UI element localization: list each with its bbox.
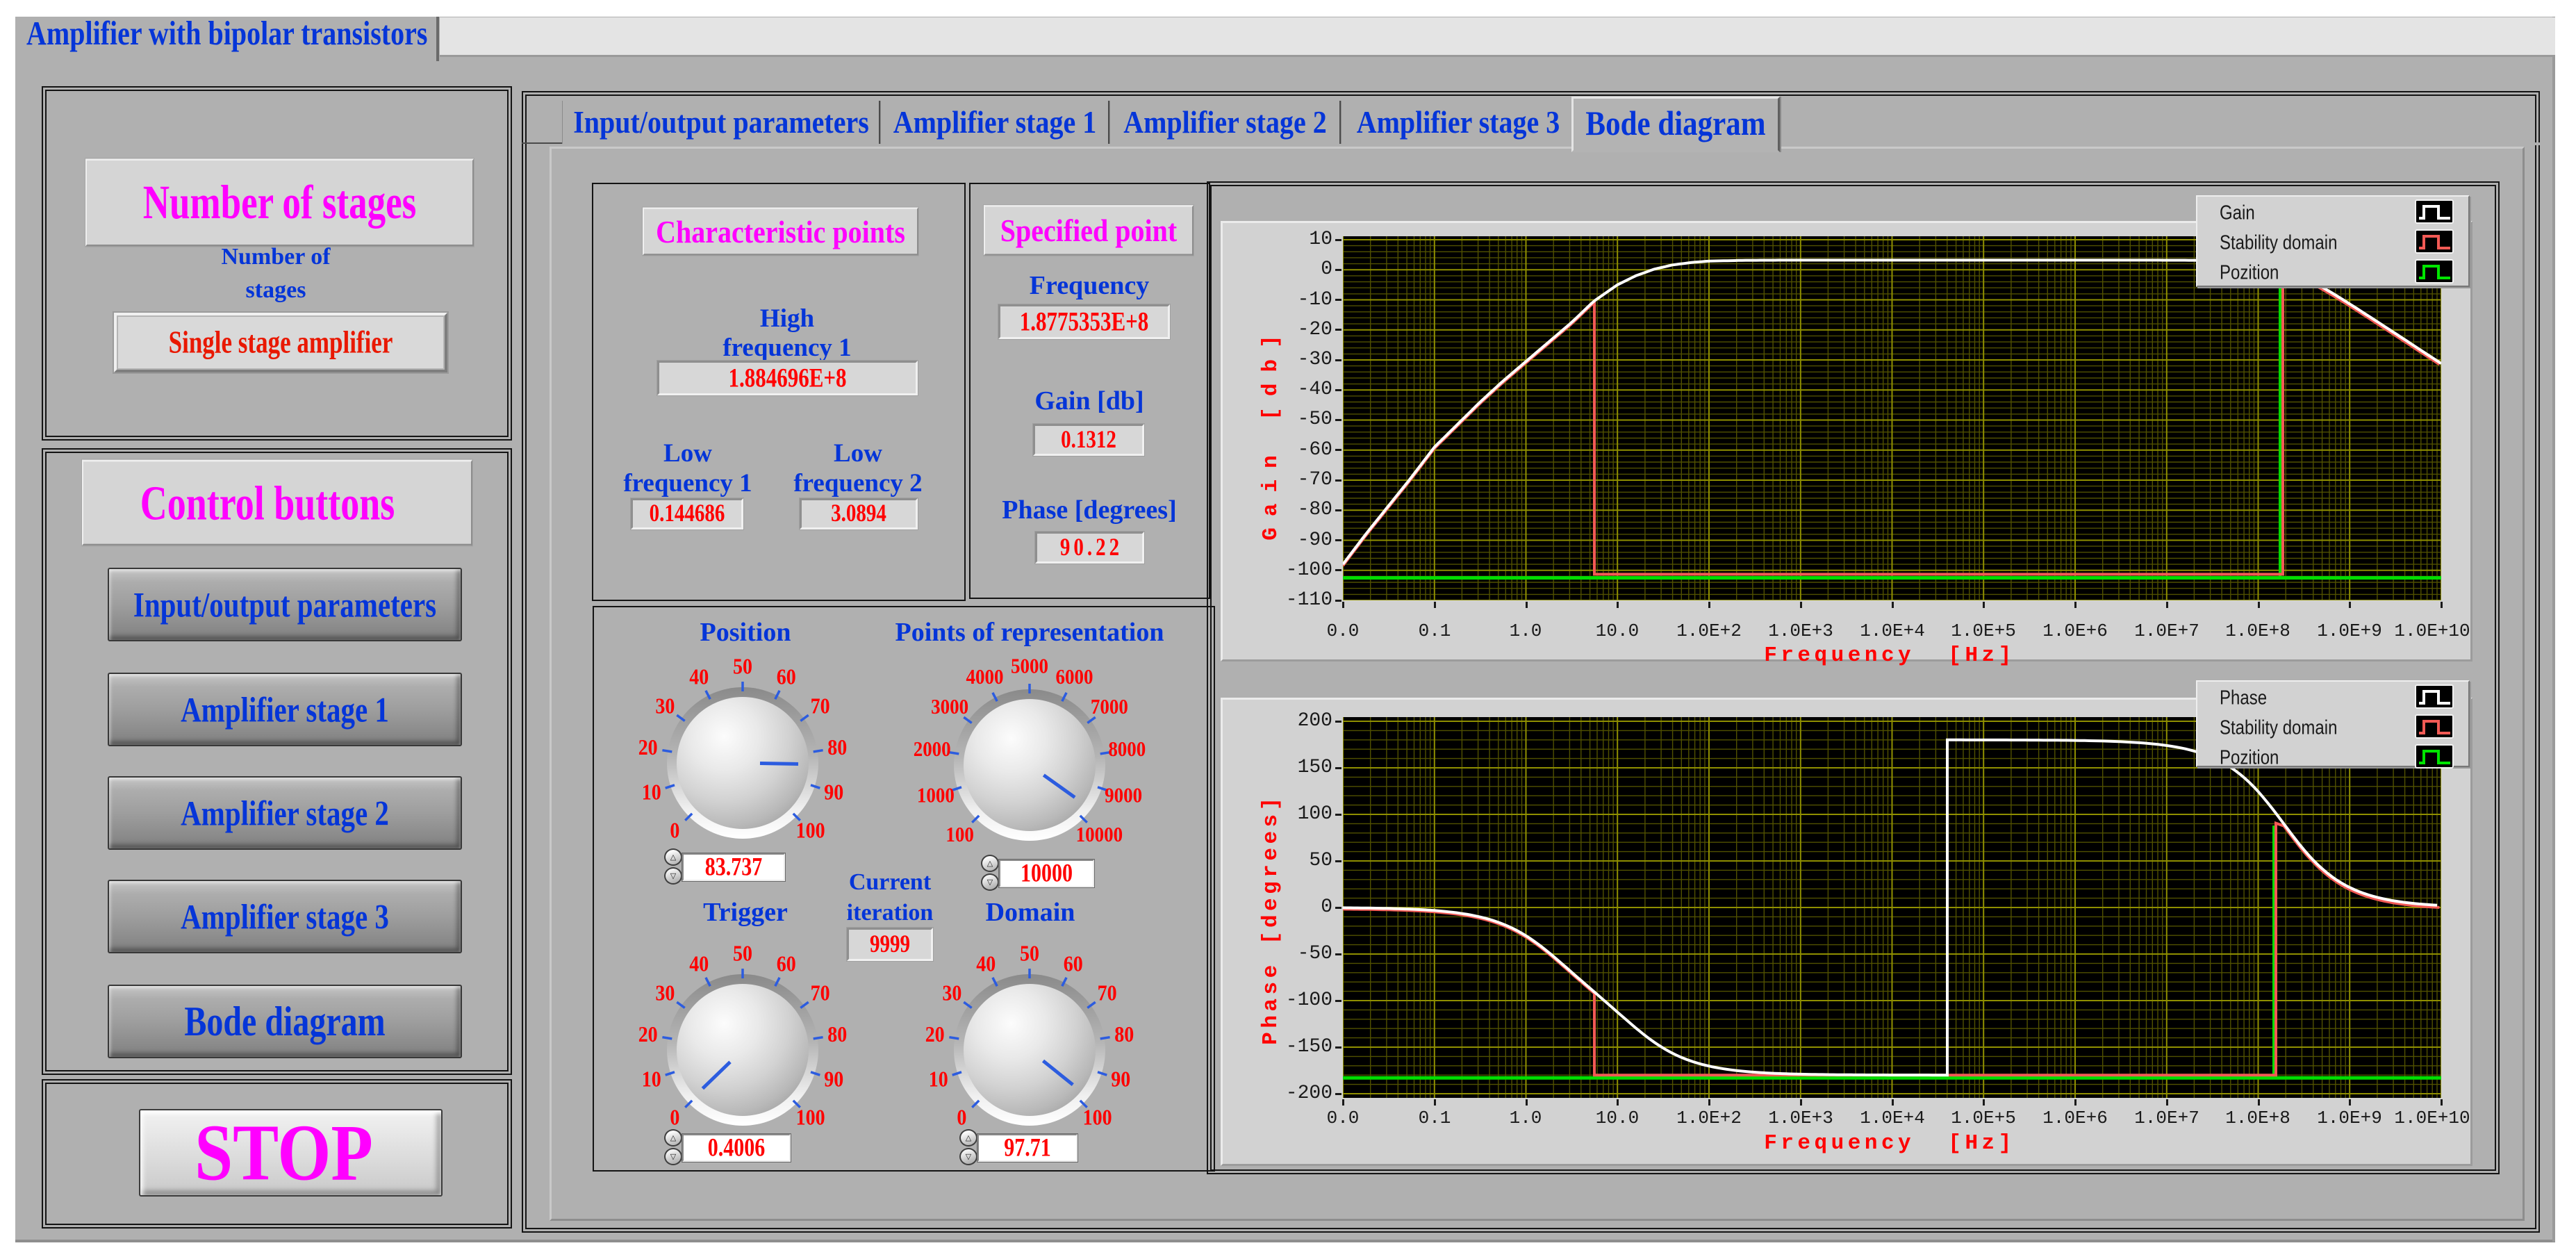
svg-text:10000: 10000: [1076, 823, 1123, 846]
svg-text:100: 100: [946, 823, 973, 846]
svg-text:60: 60: [777, 951, 796, 976]
svg-text:3000: 3000: [931, 695, 968, 718]
svg-text:80: 80: [1114, 1021, 1134, 1046]
svg-text:8000: 8000: [1108, 738, 1146, 762]
svg-text:50: 50: [733, 654, 752, 679]
svg-text:90: 90: [1111, 1066, 1130, 1091]
svg-text:50: 50: [733, 941, 752, 966]
svg-text:100: 100: [796, 1104, 825, 1129]
svg-text:0: 0: [670, 817, 679, 842]
svg-text:1000: 1000: [917, 784, 955, 807]
svg-text:9000: 9000: [1105, 784, 1142, 807]
svg-text:20: 20: [925, 1021, 945, 1046]
svg-text:90: 90: [824, 1066, 843, 1091]
svg-text:60: 60: [1064, 951, 1083, 976]
svg-text:0: 0: [957, 1104, 966, 1129]
svg-text:60: 60: [777, 664, 796, 689]
svg-text:2000: 2000: [914, 738, 951, 762]
svg-text:40: 40: [689, 951, 709, 976]
svg-text:70: 70: [811, 980, 830, 1005]
svg-text:10: 10: [642, 779, 661, 804]
svg-text:20: 20: [638, 1021, 658, 1046]
svg-text:100: 100: [1083, 1104, 1112, 1129]
svg-text:70: 70: [811, 693, 830, 718]
svg-text:4000: 4000: [966, 665, 1004, 689]
svg-text:0: 0: [670, 1104, 679, 1129]
svg-text:30: 30: [942, 980, 961, 1005]
svg-text:80: 80: [827, 1021, 847, 1046]
svg-text:5000: 5000: [1011, 655, 1048, 678]
svg-text:40: 40: [976, 951, 996, 976]
svg-text:20: 20: [638, 734, 658, 759]
svg-text:50: 50: [1020, 941, 1039, 966]
svg-text:7000: 7000: [1091, 695, 1128, 718]
svg-text:100: 100: [796, 817, 825, 842]
svg-text:70: 70: [1098, 980, 1117, 1005]
svg-text:10: 10: [642, 1066, 661, 1091]
svg-text:10: 10: [929, 1066, 948, 1091]
svg-text:80: 80: [827, 734, 847, 759]
svg-text:40: 40: [689, 664, 709, 689]
svg-text:30: 30: [655, 693, 675, 718]
svg-text:30: 30: [655, 980, 675, 1005]
svg-text:90: 90: [824, 779, 843, 804]
svg-text:6000: 6000: [1056, 665, 1093, 689]
